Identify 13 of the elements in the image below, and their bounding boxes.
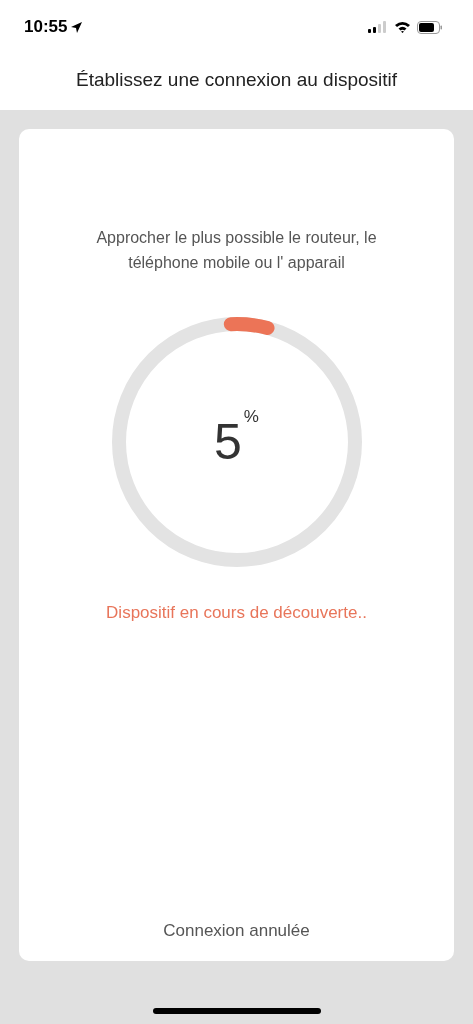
cancel-button[interactable]: Connexion annulée: [153, 915, 320, 947]
wifi-icon: [394, 21, 411, 33]
percent-sign: %: [243, 407, 259, 427]
screen-title: Établissez une connexion au dispositif: [75, 69, 398, 91]
status-time: 10:55: [24, 17, 68, 37]
battery-icon: [417, 20, 443, 34]
progress-arc: [223, 317, 275, 335]
signal-icon: [368, 21, 388, 33]
location-arrow-icon: [70, 20, 84, 34]
instruction-text: Approcher le plus possible le routeur, le téléphone mobile ou l' apparail: [95, 228, 378, 273]
status-message: Dispositif en cours de découverte..: [106, 603, 367, 623]
home-indicator[interactable]: [152, 1008, 321, 1014]
progress-value: 5: [214, 413, 242, 471]
